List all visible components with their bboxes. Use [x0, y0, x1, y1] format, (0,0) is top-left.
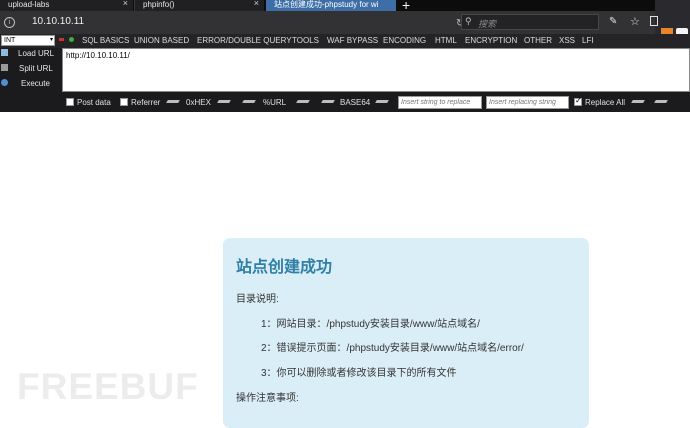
- replace-all-checkbox[interactable]: [574, 96, 582, 106]
- menu-union-based[interactable]: UNION BASED: [134, 36, 189, 45]
- hex-label: 0xHEX: [186, 98, 211, 107]
- menu-html[interactable]: HTML: [435, 36, 457, 45]
- menu-encryption[interactable]: ENCRYPTION: [465, 36, 517, 45]
- wrench-icon[interactable]: ✎: [609, 16, 617, 27]
- search-placeholder: 搜索: [478, 19, 497, 29]
- nav-bar: i 10.10.10.11 ↻ ⚲ 搜索 ✎ ☆: [0, 11, 658, 34]
- minus-icon[interactable]: [59, 38, 64, 41]
- tab-title: phpinfo(): [143, 0, 175, 9]
- replacing-string-input[interactable]: Insert replacing string: [486, 96, 569, 109]
- content-card: 站点创建成功 目录说明: 1：网站目录：/phpstudy安装目录/www/站点…: [223, 238, 589, 428]
- menu-other[interactable]: OTHER: [524, 36, 552, 45]
- left-arrow-icon[interactable]: [242, 100, 256, 103]
- replace-string-input[interactable]: Insert string to replace: [398, 96, 482, 109]
- right-arrow-icon[interactable]: [654, 100, 668, 103]
- menu-tools[interactable]: TOOLS: [292, 36, 319, 45]
- post-data-label: Post data: [77, 98, 111, 107]
- split-url-button[interactable]: Split URL: [19, 64, 53, 73]
- load-url-button[interactable]: Load URL: [18, 49, 54, 58]
- menu-encoding[interactable]: ENCODING: [383, 36, 426, 45]
- url-bar[interactable]: 10.10.10.11 ↻: [16, 13, 464, 31]
- hackbar-options: Post data Referrer 0xHEX %URL BASE64 Ins…: [0, 94, 690, 112]
- tab-strip: upload-labs × phpinfo() × 站点创建成功-phpstud…: [0, 0, 690, 13]
- right-arrow-icon[interactable]: [296, 100, 310, 103]
- load-url-icon: [1, 49, 8, 56]
- menu-lfi[interactable]: LFI: [582, 36, 594, 45]
- tab-phpstudy[interactable]: 站点创建成功-phpstudy for wi: [266, 0, 396, 11]
- tab-upload-labs[interactable]: upload-labs ×: [0, 0, 133, 11]
- hackbar-menu: INT ▾ SQL BASICS UNION BASED ERROR/DOUBL…: [0, 34, 690, 48]
- left-arrow-icon[interactable]: [321, 100, 335, 103]
- star-icon[interactable]: ☆: [630, 15, 640, 28]
- int-select-value: INT: [4, 37, 16, 44]
- left-arrow-icon[interactable]: [166, 100, 180, 103]
- menu-error-double-query[interactable]: ERROR/DOUBLE QUERY: [197, 36, 292, 45]
- split-url-icon: [1, 64, 8, 71]
- menu-waf-bypass[interactable]: WAF BYPASS: [327, 36, 378, 45]
- tab-title: upload-labs: [8, 0, 50, 9]
- close-icon[interactable]: ×: [254, 0, 259, 8]
- int-select[interactable]: INT ▾: [1, 35, 55, 46]
- referrer-label: Referrer: [131, 98, 161, 107]
- menu-xss[interactable]: XSS: [559, 36, 575, 45]
- post-data-checkbox[interactable]: [66, 98, 74, 106]
- execute-icon: [1, 79, 8, 86]
- base64-label: BASE64: [340, 98, 371, 107]
- right-arrow-icon[interactable]: [375, 100, 389, 103]
- url-text[interactable]: 10.10.10.11: [32, 16, 84, 27]
- tab-phpinfo[interactable]: phpinfo() ×: [134, 0, 264, 11]
- search-input[interactable]: ⚲ 搜索: [461, 14, 599, 30]
- replace-all-label: Replace All: [585, 98, 626, 107]
- notes-label: 操作注意事项:: [236, 393, 299, 404]
- info-icon[interactable]: i: [4, 17, 15, 28]
- watermark: FREEBUF: [17, 366, 199, 407]
- url-encode-label: %URL: [263, 98, 287, 107]
- plus-icon[interactable]: [69, 37, 74, 42]
- close-icon[interactable]: ×: [123, 0, 128, 8]
- list-item: 2：错误提示页面：/phpstudy安装目录/www/站点域名/error/: [261, 343, 524, 354]
- execute-button[interactable]: Execute: [21, 79, 50, 88]
- right-arrow-icon[interactable]: [217, 100, 231, 103]
- list-item: 3：你可以删除或者修改该目录下的所有文件: [261, 368, 457, 379]
- list-item: 1：网站目录：/phpstudy安装目录/www/站点域名/: [261, 319, 480, 330]
- left-arrow-icon[interactable]: [631, 100, 645, 103]
- tab-title: 站点创建成功-phpstudy for wi: [274, 0, 379, 9]
- library-icon[interactable]: [650, 16, 658, 26]
- page-title: 站点创建成功: [236, 259, 333, 276]
- url-textarea[interactable]: http://10.10.10.11/: [62, 48, 690, 92]
- chevron-down-icon: ▾: [49, 37, 53, 43]
- dir-label: 目录说明:: [236, 294, 279, 305]
- hackbar-panel: INT ▾ SQL BASICS UNION BASED ERROR/DOUBL…: [0, 34, 690, 112]
- menu-sql-basics[interactable]: SQL BASICS: [82, 36, 129, 45]
- referrer-checkbox[interactable]: [120, 98, 128, 106]
- search-icon: ⚲: [465, 16, 472, 26]
- url-textarea-value: http://10.10.10.11/: [66, 51, 130, 60]
